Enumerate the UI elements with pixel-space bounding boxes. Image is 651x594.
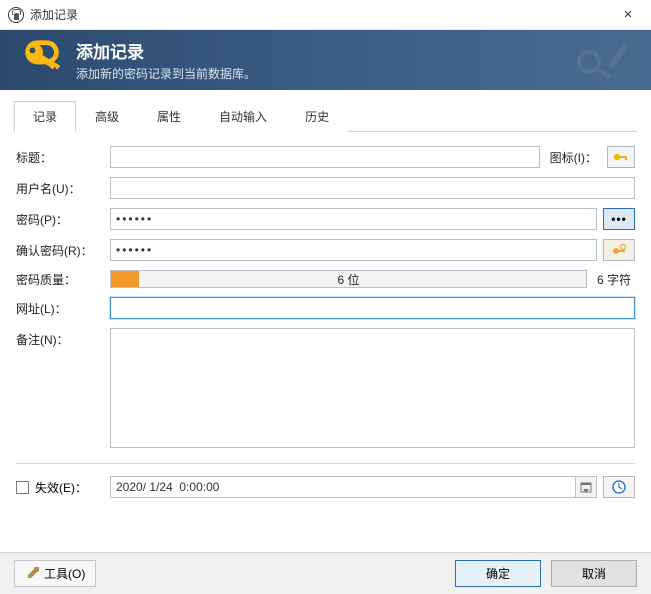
- wrench-icon: [25, 567, 39, 581]
- tab-record[interactable]: 记录: [14, 101, 76, 132]
- label-url: 网址(L)：: [16, 300, 110, 317]
- tools-button[interactable]: 工具(O): [14, 560, 96, 587]
- tab-advanced[interactable]: 高级: [76, 101, 138, 132]
- label-title: 标题：: [16, 149, 110, 166]
- tab-attributes[interactable]: 属性: [138, 101, 200, 132]
- cancel-button[interactable]: 取消: [551, 560, 637, 587]
- generate-password-button[interactable]: [603, 239, 635, 261]
- quality-bits-text: 6 位: [111, 271, 586, 287]
- clock-icon: [611, 479, 627, 495]
- label-password: 密码(P)：: [16, 211, 110, 228]
- window-title: 添加记录: [30, 6, 613, 23]
- tools-button-label: 工具(O): [44, 565, 85, 582]
- calendar-dropdown-button[interactable]: [575, 476, 597, 498]
- key-icon: [20, 37, 66, 83]
- title-input[interactable]: [110, 146, 540, 168]
- tab-bar: 记录 高级 属性 自动输入 历史: [14, 100, 637, 132]
- close-icon[interactable]: ×: [613, 0, 643, 30]
- notes-textarea[interactable]: [110, 328, 635, 448]
- label-confirm: 确认密码(R)：: [16, 242, 110, 259]
- url-input[interactable]: [110, 297, 635, 319]
- ok-button[interactable]: 确定: [455, 560, 541, 587]
- label-expire: 失效(E)：: [35, 479, 87, 496]
- header-subtitle: 添加新的密码记录到当前数据库。: [76, 65, 256, 82]
- tab-history[interactable]: 历史: [286, 101, 348, 132]
- label-icon: 图标(I)：: [550, 149, 597, 166]
- key-small-icon: [613, 151, 629, 163]
- header-banner: 添加记录 添加新的密码记录到当前数据库。: [0, 30, 651, 90]
- app-lock-icon: [8, 7, 24, 23]
- quality-bar: 6 位: [110, 270, 587, 288]
- calendar-icon: [580, 481, 592, 493]
- expire-checkbox[interactable]: [16, 481, 29, 494]
- header-deco-icon: [571, 38, 641, 84]
- username-input[interactable]: [110, 177, 635, 199]
- expire-presets-button[interactable]: [603, 476, 635, 498]
- label-username: 用户名(U)：: [16, 180, 110, 197]
- password-input[interactable]: [110, 208, 597, 230]
- gear-key-icon: [611, 243, 627, 257]
- confirm-password-input[interactable]: [110, 239, 597, 261]
- icon-picker-button[interactable]: [607, 146, 635, 168]
- label-notes: 备注(N)：: [16, 328, 110, 348]
- reveal-password-button[interactable]: •••: [603, 208, 635, 230]
- expire-date-input[interactable]: [110, 476, 575, 498]
- header-title: 添加记录: [76, 38, 256, 63]
- label-quality: 密码质量：: [16, 271, 110, 288]
- tab-autotype[interactable]: 自动输入: [200, 101, 286, 132]
- quality-chars-text: 6 字符: [593, 271, 635, 288]
